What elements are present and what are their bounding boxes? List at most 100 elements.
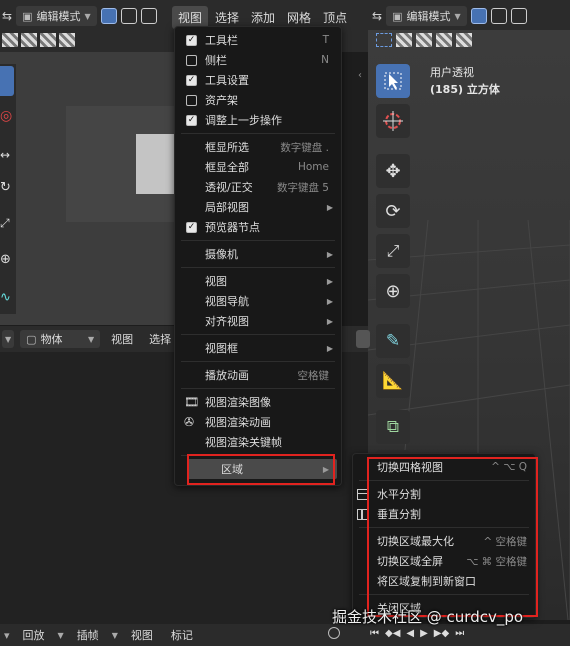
checkbox-off-icon[interactable]: [186, 94, 197, 106]
right-select-extend-icon[interactable]: [396, 33, 412, 47]
menu-item-frame-all[interactable]: 框显全部 Home: [175, 157, 341, 177]
menu-item-navigation[interactable]: 视图导航 ▶: [175, 291, 341, 311]
annotate-tool[interactable]: ✎: [376, 324, 410, 358]
menu-item-view-regions[interactable]: 视图框 ▶: [175, 338, 341, 358]
right-header-controls: ⇆ ▣ 编辑模式 ▼: [372, 6, 527, 26]
select-tool[interactable]: [376, 64, 410, 98]
submenu-arrow-icon: ▶: [326, 202, 333, 212]
right-mode-dropdown[interactable]: ▣ 编辑模式 ▼: [386, 6, 467, 26]
checkbox-on-icon[interactable]: ✓: [186, 114, 197, 126]
select-box-invert-icon[interactable]: [59, 33, 75, 47]
cursor-tool[interactable]: [376, 104, 410, 138]
left-mode-dropdown[interactable]: ▣ 编辑模式 ▼: [16, 6, 97, 26]
menu-item-local-view[interactable]: 局部视图 ▶: [175, 197, 341, 217]
play-icon[interactable]: ▶: [420, 628, 428, 639]
menu-item-asset-shelf[interactable]: 资产架: [175, 90, 341, 110]
transform-gizmo-icon[interactable]: ⇆: [2, 9, 12, 23]
left-annotate-tool-icon[interactable]: ∿: [0, 290, 11, 305]
select-box-extend-icon[interactable]: [21, 33, 37, 47]
checkbox-on-icon[interactable]: ✓: [186, 221, 197, 233]
watermark: 掘金技术社区 @ curdcv_po: [332, 608, 524, 626]
menu-item-render-animation[interactable]: ✇ 视图渲染动画: [175, 412, 341, 432]
scale-icon: ⤢: [386, 241, 400, 260]
menu-item-align-view[interactable]: 对齐视图 ▶: [175, 311, 341, 331]
add-cube-tool[interactable]: ⧉: [376, 410, 410, 444]
menu-separator: [181, 361, 335, 362]
left-cursor-tool-icon[interactable]: ◎: [0, 108, 14, 126]
right-select-invert-icon[interactable]: [436, 33, 452, 47]
right-gizmo-icon[interactable]: ⇆: [372, 9, 382, 23]
menu-playback[interactable]: 回放: [18, 627, 50, 643]
menu-vertex[interactable]: 顶点: [318, 9, 352, 26]
menu-item-cameras[interactable]: 摄像机 ▶: [175, 244, 341, 264]
menu-item-toolbar[interactable]: ✓ 工具栏 T: [175, 30, 341, 50]
menu-item-render-keyframes[interactable]: 视图渲染关键帧: [175, 432, 341, 452]
menu-item-render-image[interactable]: 🎞 视图渲染图像: [175, 392, 341, 412]
right-select-mode-row: [376, 33, 472, 47]
checkbox-on-icon[interactable]: ✓: [186, 34, 197, 46]
left-scale-tool-icon[interactable]: ⤢: [0, 216, 10, 231]
add-cube-icon: ⧉: [386, 417, 400, 437]
left-transform-tool-icon[interactable]: ⊕: [0, 252, 11, 267]
menu-timeline-view[interactable]: 视图: [126, 627, 158, 643]
left-rotate-tool-icon[interactable]: ↻: [0, 180, 11, 195]
menu-add[interactable]: 添加: [246, 9, 280, 26]
menu-item-sidebar[interactable]: 侧栏 N: [175, 50, 341, 70]
rotate-tool[interactable]: ⟳: [376, 194, 410, 228]
menu-item-persp-ortho[interactable]: 透视/正交 数字键盘 5: [175, 177, 341, 197]
edge-select-icon[interactable]: [120, 8, 137, 24]
right-select-and-icon[interactable]: [456, 33, 472, 47]
menu-item-play-animation[interactable]: 播放动画 空格键: [175, 365, 341, 385]
collapse-arrow-icon[interactable]: ‹: [358, 70, 362, 81]
move-tool[interactable]: ✥: [376, 154, 410, 188]
checkbox-on-icon[interactable]: ✓: [186, 74, 197, 86]
editor-toggle-icon[interactable]: [356, 330, 370, 348]
face-select-icon[interactable]: [140, 8, 157, 24]
right-select-subtract-icon[interactable]: [416, 33, 432, 47]
select-box-new-icon[interactable]: [2, 33, 18, 47]
right-edge-select-icon[interactable]: [490, 8, 507, 24]
menu-item-frame-selected[interactable]: 框显所选 数字键盘 .: [175, 137, 341, 157]
bottom-menu-view[interactable]: 视图: [106, 331, 138, 347]
menu-item-tool-settings[interactable]: ✓ 工具设置: [175, 70, 341, 90]
play-reverse-icon[interactable]: ◀: [406, 628, 414, 639]
right-select-new-icon[interactable]: [376, 33, 392, 47]
jump-start-icon[interactable]: ⏮: [370, 628, 379, 639]
object-mode-dropdown[interactable]: ▢ 物体 ▼: [20, 330, 101, 348]
jump-end-icon[interactable]: ⏭: [455, 628, 464, 639]
record-icon[interactable]: [328, 627, 340, 639]
highlight-box-area-item: [187, 454, 335, 485]
cursor-arrow-icon: [384, 72, 402, 90]
submenu-arrow-icon: ▶: [326, 276, 333, 286]
prev-keyframe-icon[interactable]: ◆◀: [385, 628, 400, 639]
checkbox-off-icon[interactable]: [186, 54, 197, 66]
menu-item-preview-nodes[interactable]: ✓ 预览器节点: [175, 217, 341, 237]
menu-keying[interactable]: 插帧: [72, 627, 104, 643]
measure-tool[interactable]: 📐: [376, 364, 410, 398]
vertex-select-icon[interactable]: [100, 8, 117, 24]
menu-separator: [181, 267, 335, 268]
viewport-overlay-text: 用户透视 (185) 立方体: [430, 64, 500, 98]
left-select-tool[interactable]: [0, 66, 14, 96]
menu-item-viewpoint[interactable]: 视图 ▶: [175, 271, 341, 291]
view-name: 用户透视: [430, 66, 474, 79]
scale-tool[interactable]: ⤢: [376, 234, 410, 268]
menu-separator: [181, 388, 335, 389]
next-keyframe-icon[interactable]: ▶◆: [434, 628, 449, 639]
menu-item-adjust-last[interactable]: ✓ 调整上一步操作: [175, 110, 341, 130]
right-vertex-select-icon[interactable]: [470, 8, 487, 24]
menu-select[interactable]: 选择: [210, 9, 244, 26]
menu-mesh[interactable]: 网格: [282, 9, 316, 26]
left-header-controls: ⇆ ▣ 编辑模式 ▼: [2, 6, 157, 26]
menu-marker[interactable]: 标记: [166, 627, 198, 643]
object-mode-chevron-icon: ▼: [88, 334, 95, 344]
chevron-down-icon: ▼: [5, 334, 12, 344]
select-box-subtract-icon[interactable]: [40, 33, 56, 47]
editor-type-dropdown[interactable]: ▼: [2, 330, 15, 348]
select-mode-row: [2, 33, 75, 47]
bottom-menu-select[interactable]: 选择: [144, 331, 176, 347]
timeline-editor-icon[interactable]: ▾: [4, 629, 10, 642]
right-face-select-icon[interactable]: [510, 8, 527, 24]
transform-tool[interactable]: ⊕: [376, 274, 410, 308]
left-move-tool-icon[interactable]: ↔: [0, 148, 10, 162]
